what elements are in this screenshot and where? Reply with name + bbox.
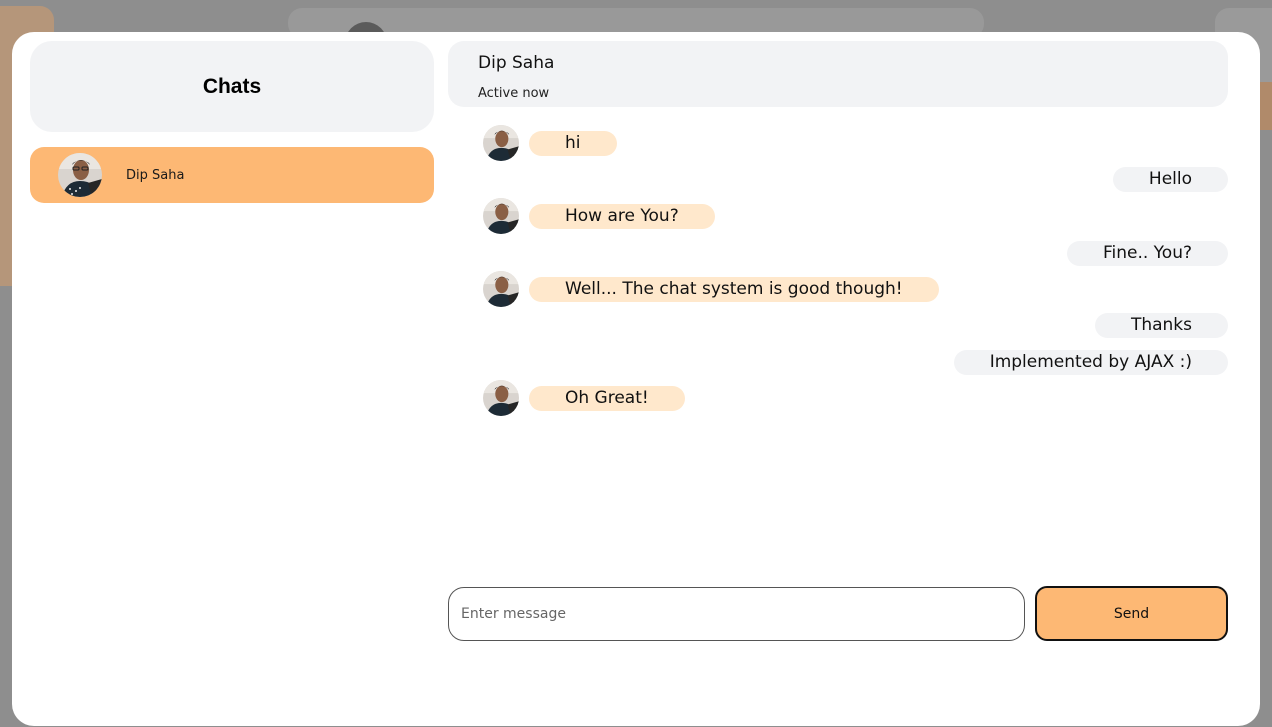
- message-bubble-outgoing: Implemented by AJAX :): [953, 350, 1228, 375]
- chats-title: Chats: [202, 74, 262, 98]
- conversation-contact-name: Dip Saha: [478, 53, 555, 73]
- contact-item-dip-saha[interactable]: Dip Saha: [30, 147, 434, 203]
- message-bubble-incoming: How are You?: [529, 203, 715, 229]
- sender-avatar: [483, 271, 519, 307]
- message-row-incoming: hi: [483, 125, 617, 161]
- sender-avatar: [483, 198, 519, 234]
- message-bubble-incoming: Well... The chat system is good though!: [529, 276, 939, 302]
- sender-avatar: [483, 125, 519, 161]
- message-bubble-outgoing: Thanks: [1094, 313, 1228, 338]
- contact-avatar: [58, 153, 102, 197]
- send-button[interactable]: Send: [1035, 586, 1228, 641]
- message-bubble-incoming: Oh Great!: [529, 385, 685, 411]
- message-row-incoming: How are You?: [483, 198, 715, 234]
- chat-modal: Chats Dip Saha Dip Saha Active now hi He…: [12, 32, 1260, 726]
- message-bubble-outgoing: Fine.. You?: [1066, 241, 1228, 266]
- message-bubble-incoming: hi: [529, 130, 617, 156]
- message-row-incoming: Well... The chat system is good though!: [483, 271, 939, 307]
- message-row-incoming: Oh Great!: [483, 380, 685, 416]
- message-input[interactable]: [448, 587, 1025, 641]
- conversation-status: Active now: [478, 86, 550, 101]
- contact-name: Dip Saha: [126, 167, 185, 183]
- conversation-header: Dip Saha Active now: [448, 41, 1228, 107]
- chats-panel-header: Chats: [30, 41, 434, 132]
- sender-avatar: [483, 380, 519, 416]
- message-bubble-outgoing: Hello: [1112, 167, 1228, 192]
